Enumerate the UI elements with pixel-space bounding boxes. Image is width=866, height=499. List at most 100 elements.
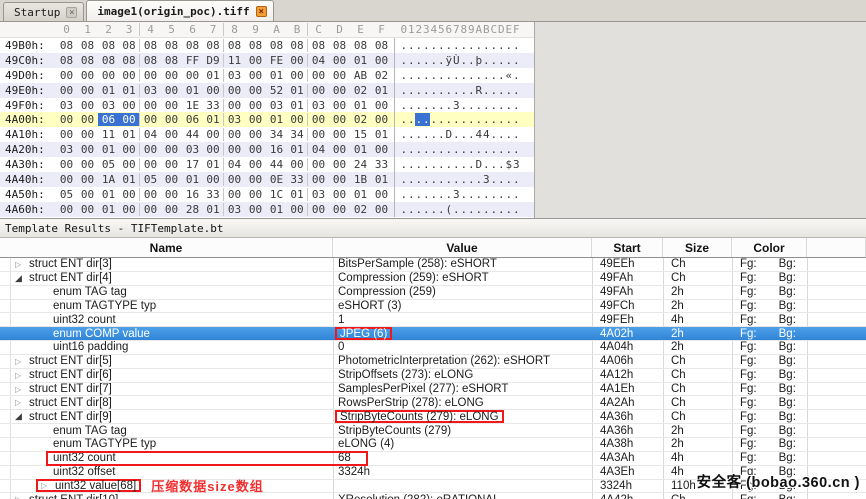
hex-byte[interactable]: 33 (203, 188, 224, 201)
ascii-char[interactable]: . (415, 203, 423, 216)
tab-startup[interactable]: Startup × (3, 2, 84, 21)
ascii-char[interactable]: . (453, 113, 461, 126)
ascii-char[interactable]: . (505, 188, 513, 201)
hex-byte[interactable]: 00 (371, 188, 392, 201)
ascii-char[interactable]: . (438, 203, 446, 216)
hex-byte[interactable]: 01 (182, 84, 203, 97)
hex-byte[interactable]: 02 (350, 84, 371, 97)
ascii-char[interactable]: . (453, 84, 461, 97)
hex-byte[interactable]: 00 (119, 99, 140, 112)
hex-byte[interactable]: 00 (329, 113, 350, 126)
hex-byte[interactable]: 00 (140, 188, 161, 201)
ascii-char[interactable]: . (475, 203, 483, 216)
ascii-char[interactable]: 3 (453, 188, 461, 201)
hex-byte[interactable]: 00 (245, 54, 266, 67)
hex-byte[interactable]: 00 (56, 203, 77, 216)
expand-arrow-icon[interactable]: ▷ (15, 260, 29, 269)
ascii-char[interactable]: . (483, 54, 491, 67)
hex-byte[interactable]: 01 (287, 188, 308, 201)
ascii-char[interactable]: . (415, 99, 423, 112)
hex-byte[interactable]: 00 (77, 173, 98, 186)
ascii-char[interactable]: . (498, 84, 506, 97)
ascii-char[interactable]: . (438, 143, 446, 156)
expand-arrow-icon[interactable]: ▷ (15, 371, 29, 380)
hex-byte[interactable]: 00 (329, 54, 350, 67)
ascii-char[interactable]: . (490, 39, 498, 52)
ascii-char[interactable]: . (430, 203, 438, 216)
hex-byte[interactable]: 00 (119, 188, 140, 201)
ascii-char[interactable]: . (400, 69, 408, 82)
ascii-char[interactable]: . (498, 158, 506, 171)
ascii-char[interactable]: . (423, 69, 431, 82)
ascii-char[interactable]: . (490, 128, 498, 141)
ascii-char[interactable]: Ù (453, 54, 461, 67)
hex-byte[interactable]: 34 (266, 128, 287, 141)
hex-byte[interactable]: 01 (98, 188, 119, 201)
ascii-char[interactable]: . (498, 39, 506, 52)
tab-image1-tiff[interactable]: image1(origin_poc).tiff × (86, 0, 273, 21)
template-row[interactable]: ▷struct ENT dir[6]StripOffsets (273): eL… (0, 369, 866, 383)
ascii-char[interactable]: . (505, 128, 513, 141)
hex-byte[interactable]: 00 (308, 203, 329, 216)
ascii-char[interactable]: . (423, 158, 431, 171)
ascii-char[interactable]: . (415, 113, 423, 126)
hex-byte[interactable]: 00 (140, 69, 161, 82)
ascii-char[interactable]: . (408, 188, 416, 201)
ascii-char[interactable]: . (468, 69, 476, 82)
ascii-char[interactable]: . (505, 113, 513, 126)
hex-byte[interactable]: 01 (371, 128, 392, 141)
ascii-char[interactable]: . (400, 84, 408, 97)
ascii-char[interactable]: . (460, 158, 468, 171)
ascii-char[interactable]: . (498, 188, 506, 201)
ascii-char[interactable]: . (445, 99, 453, 112)
ascii-char[interactable]: . (475, 113, 483, 126)
ascii-char[interactable]: . (415, 188, 423, 201)
hex-byte[interactable]: 01 (350, 54, 371, 67)
hex-byte[interactable]: 11 (98, 128, 119, 141)
hex-byte[interactable]: 03 (98, 99, 119, 112)
hex-byte[interactable]: 03 (56, 99, 77, 112)
ascii-char[interactable]: . (408, 84, 416, 97)
ascii-char[interactable]: . (513, 128, 521, 141)
template-row[interactable]: ▷struct ENT dir[3]BitsPerSample (258): e… (0, 258, 866, 272)
ascii-char[interactable]: . (460, 113, 468, 126)
hex-byte[interactable]: 1A (98, 173, 119, 186)
ascii-char[interactable]: . (513, 173, 521, 186)
hex-byte[interactable]: 00 (203, 143, 224, 156)
ascii-char[interactable]: . (475, 188, 483, 201)
hex-byte[interactable]: 00 (77, 158, 98, 171)
ascii-char[interactable]: . (430, 188, 438, 201)
ascii-char[interactable]: . (400, 54, 408, 67)
ascii-char[interactable]: þ (475, 54, 483, 67)
ascii-char[interactable]: . (460, 128, 468, 141)
expand-arrow-icon[interactable]: ▷ (15, 398, 29, 407)
hex-byte[interactable]: 00 (371, 143, 392, 156)
ascii-char[interactable]: . (483, 188, 491, 201)
hex-byte[interactable]: 02 (350, 203, 371, 216)
collapse-arrow-icon[interactable]: ◢ (15, 273, 29, 284)
ascii-char[interactable]: . (483, 143, 491, 156)
hex-byte[interactable]: 00 (56, 173, 77, 186)
hex-byte[interactable]: 08 (77, 39, 98, 52)
hex-byte[interactable]: 00 (161, 158, 182, 171)
hex-byte[interactable]: 01 (182, 173, 203, 186)
hex-byte[interactable]: 00 (119, 69, 140, 82)
ascii-char[interactable]: . (498, 203, 506, 216)
hex-byte[interactable]: 01 (203, 158, 224, 171)
ascii-char[interactable]: . (400, 39, 408, 52)
hex-byte[interactable]: 00 (329, 128, 350, 141)
hex-byte[interactable]: 00 (371, 203, 392, 216)
hex-byte[interactable]: 00 (119, 143, 140, 156)
ascii-char[interactable]: . (400, 188, 408, 201)
hex-byte[interactable]: 03 (266, 99, 287, 112)
ascii-char[interactable]: . (498, 69, 506, 82)
hex-byte[interactable]: 00 (182, 69, 203, 82)
close-icon[interactable]: × (66, 7, 77, 18)
ascii-char[interactable]: . (415, 128, 423, 141)
template-row[interactable]: ▷struct ENT dir[10]XResolution (282): eR… (0, 493, 866, 499)
hex-byte[interactable]: 08 (308, 39, 329, 52)
hex-byte[interactable]: 03 (308, 99, 329, 112)
ascii-char[interactable]: . (415, 39, 423, 52)
hex-byte[interactable]: 00 (77, 84, 98, 97)
ascii-char[interactable]: . (498, 54, 506, 67)
